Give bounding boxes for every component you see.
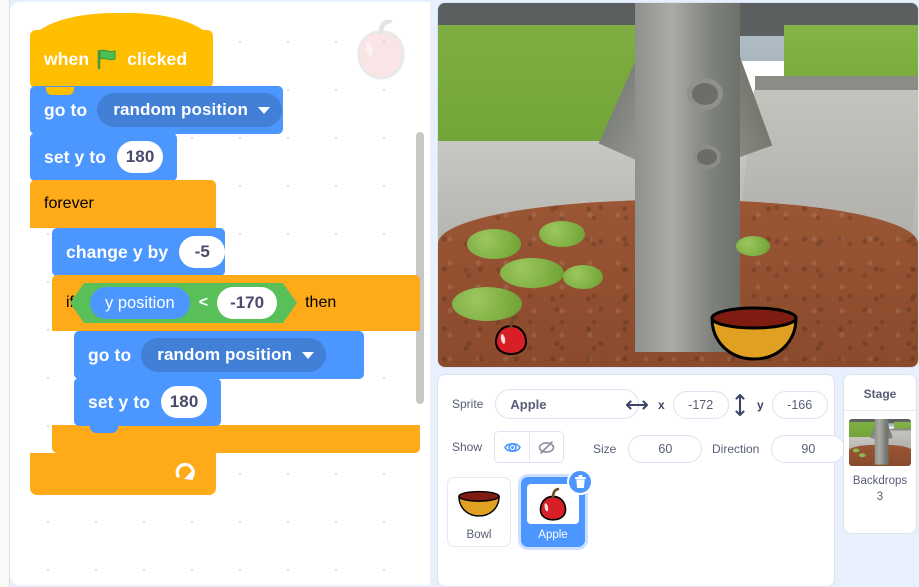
- eye-icon: [503, 442, 521, 452]
- chevron-down-icon: [257, 106, 270, 114]
- set-y-value-input-1[interactable]: 180: [117, 141, 164, 173]
- code-workspace[interactable]: when clicked go to random position set y…: [10, 2, 430, 585]
- sprite-name-label: Sprite: [452, 397, 484, 411]
- go-to-label-2: go to: [88, 344, 132, 365]
- sprite-info-panel: Sprite Apple x -172 y -166 Show Size 60 …: [437, 374, 846, 468]
- block-forever[interactable]: forever change y by -5 if y position < -…: [30, 180, 420, 495]
- change-y-label: change y by: [66, 241, 169, 262]
- sprite-thumbnail: [453, 484, 505, 524]
- bowl-sprite-icon: [458, 490, 500, 517]
- stage[interactable]: [437, 2, 919, 368]
- operator-less-than[interactable]: y position < -170: [70, 283, 298, 323]
- chevron-down-icon: [301, 351, 314, 359]
- set-y-value-input-2[interactable]: 180: [161, 386, 208, 418]
- reporter-y-position[interactable]: y position: [90, 287, 190, 319]
- go-to-target-value-2: random position: [157, 345, 292, 364]
- horizontal-arrows-icon: [626, 400, 648, 410]
- backdrops-count: 3: [876, 491, 884, 503]
- go-to-target-dropdown-1[interactable]: random position: [97, 93, 282, 127]
- go-to-target-value: random position: [113, 100, 248, 119]
- block-set-y-2[interactable]: set y to 180: [74, 378, 221, 433]
- eye-crossed-icon: [538, 440, 555, 454]
- forever-header[interactable]: forever: [30, 180, 216, 228]
- set-y-label: set y to: [44, 146, 107, 167]
- y-label: y: [757, 398, 764, 412]
- block-set-y-1[interactable]: set y to 180: [30, 133, 177, 188]
- forever-label: forever: [44, 195, 94, 212]
- go-to-target-dropdown-2[interactable]: random position: [141, 338, 326, 372]
- show-toggle-group[interactable]: [494, 431, 565, 463]
- if-arm: [52, 331, 74, 425]
- sprite-card-bowl[interactable]: Bowl: [447, 477, 511, 547]
- go-to-label: go to: [44, 99, 88, 120]
- trash-icon: [574, 475, 586, 488]
- x-position-input[interactable]: -172: [672, 391, 729, 419]
- forever-footer: [30, 453, 216, 495]
- stage-selector-title: Stage: [863, 387, 897, 401]
- direction-input[interactable]: 90: [771, 435, 846, 463]
- block-palette-edge: [0, 0, 10, 587]
- scratch-editor: when clicked go to random position set y…: [0, 0, 919, 587]
- script-stack[interactable]: when clicked go to random position set y…: [30, 13, 420, 495]
- y-position-input[interactable]: -166: [771, 391, 828, 419]
- loop-arrow-icon: [175, 462, 195, 480]
- divider: [844, 410, 916, 411]
- sprite-card-apple[interactable]: Apple: [521, 469, 593, 547]
- sprite-list: Bowl Apple: [437, 468, 835, 587]
- block-if-then[interactable]: if y position < -170 then go to random p…: [52, 275, 420, 453]
- operator-right-input[interactable]: -170: [217, 287, 278, 319]
- change-y-value-input[interactable]: -5: [179, 236, 226, 268]
- stage-sprite-bowl[interactable]: [708, 306, 800, 362]
- size-input[interactable]: 60: [628, 435, 703, 463]
- stage-backdrop: [438, 3, 918, 367]
- vertical-arrows-icon: [735, 394, 745, 416]
- show-visible-button[interactable]: [495, 432, 530, 462]
- forever-contents: change y by -5 if y position < -170 then…: [52, 228, 420, 453]
- apple-sprite-icon: [539, 487, 567, 521]
- size-label: Size: [593, 442, 617, 456]
- when-label: when: [44, 48, 90, 69]
- backdrops-label: Backdrops: [852, 475, 908, 487]
- then-label: then: [305, 294, 337, 311]
- set-y-label-2: set y to: [88, 391, 151, 412]
- if-header[interactable]: if y position < -170 then: [52, 275, 420, 331]
- clicked-label: clicked: [127, 48, 188, 69]
- block-change-y[interactable]: change y by -5: [52, 228, 226, 283]
- block-when-flag-clicked[interactable]: when clicked: [30, 13, 213, 95]
- stage-sprite-apple[interactable]: [493, 315, 529, 355]
- direction-label: Direction: [712, 442, 760, 456]
- less-than-symbol: <: [198, 294, 209, 311]
- x-label: x: [658, 398, 665, 412]
- show-label: Show: [452, 440, 483, 454]
- forever-arm: [30, 228, 52, 453]
- stage-backdrop-thumbnail[interactable]: [849, 419, 911, 466]
- show-hidden-button[interactable]: [529, 432, 564, 462]
- if-contents: go to random position set y to 180: [74, 331, 364, 433]
- stage-selector[interactable]: Stage Backdrops 3: [843, 374, 917, 534]
- sprite-card-label: Apple: [538, 529, 568, 541]
- sprite-name-input[interactable]: Apple: [495, 389, 640, 419]
- green-flag-icon: [97, 49, 116, 70]
- delete-sprite-button[interactable]: [567, 469, 593, 495]
- block-go-to-2[interactable]: go to random position: [74, 331, 364, 386]
- sprite-card-label: Bowl: [466, 529, 492, 541]
